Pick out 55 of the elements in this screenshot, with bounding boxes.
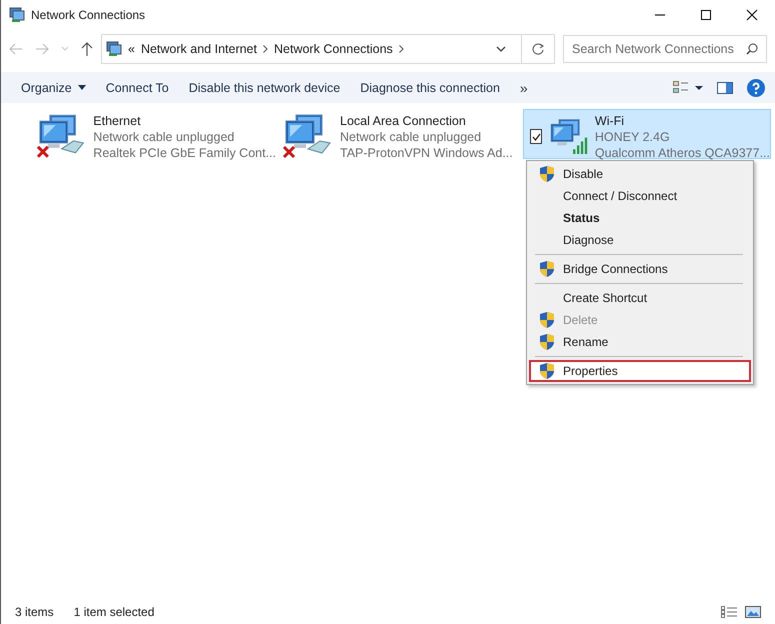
breadcrumb[interactable]: Network and Internet [140, 42, 257, 56]
connection-status: Network cable unplugged [93, 129, 236, 145]
network-folder-icon [106, 41, 122, 57]
window-title: Network Connections [31, 8, 146, 22]
shield-icon [539, 165, 555, 183]
search-field[interactable]: Search Network Connections [563, 35, 767, 63]
caret-icon [78, 85, 86, 90]
help-icon[interactable] [747, 78, 765, 96]
toolbar-button[interactable]: Disable this network device [178, 76, 350, 98]
item-count: 3 items [15, 605, 54, 619]
close-icon[interactable] [746, 9, 758, 21]
adapter-name: Realtek PCIe GbE Family Cont... [93, 145, 276, 161]
menu-item[interactable]: Disable [529, 163, 751, 185]
chevron-icon[interactable] [263, 45, 268, 53]
connection-name: Ethernet [93, 113, 142, 129]
details-view-icon[interactable] [721, 606, 737, 618]
preview-pane-icon[interactable] [717, 82, 733, 94]
menu-item[interactable]: Rename [529, 331, 751, 353]
connection-item[interactable]: Local Area Connection Network cable unplugged TAP-ProtonVPN Windows Ad... [277, 109, 523, 159]
toolbar-button[interactable]: Connect To [96, 76, 179, 98]
connection-name: Local Area Connection [340, 113, 467, 129]
checkbox[interactable] [530, 129, 542, 144]
menu-item[interactable]: Bridge Connections [529, 258, 751, 280]
network-folder-icon [9, 7, 25, 23]
menu-item[interactable]: Diagnose [529, 229, 751, 251]
breadcrumb[interactable]: Network Connections [274, 42, 393, 56]
more-button[interactable]: » [510, 76, 538, 100]
adapter-name: TAP-ProtonVPN Windows Ad... [340, 145, 513, 161]
menu-item[interactable]: Properties [529, 360, 751, 382]
connection-status: HONEY 2.4G [594, 129, 671, 145]
address-bar[interactable]: « Network and Internet Network Connections [101, 34, 555, 64]
shield-icon [539, 260, 555, 278]
shield-icon [539, 362, 555, 380]
maximize-icon[interactable] [701, 10, 711, 20]
menu-item[interactable]: Status [529, 207, 751, 229]
selection-count: 1 item selected [74, 605, 154, 619]
large-icons-view-icon[interactable] [745, 606, 761, 618]
adapter-name: Qualcomm Atheros QCA9377... [594, 145, 770, 161]
chevron-icon[interactable] [398, 45, 404, 53]
overflow-chevrons[interactable]: « [128, 42, 135, 56]
refresh-icon[interactable] [532, 43, 544, 55]
connection-item[interactable]: Wi-Fi HONEY 2.4G Qualcomm Atheros QCA9377... [523, 109, 771, 159]
shield-icon [539, 333, 555, 351]
view-options-icon[interactable] [673, 80, 703, 94]
toolbar-button[interactable]: Diagnose this connection [350, 76, 510, 98]
connection-name: Wi-Fi [594, 113, 626, 129]
search-icon [746, 43, 758, 55]
menu-item[interactable]: Create Shortcut [529, 287, 751, 309]
menu-item[interactable]: Connect / Disconnect [529, 185, 751, 207]
up-icon[interactable] [81, 42, 93, 56]
connection-item[interactable]: Ethernet Network cable unplugged Realtek PCIe GbE Family Cont... [31, 109, 277, 159]
connection-status: Network cable unplugged [340, 129, 482, 145]
dropdown-caret-icon[interactable] [496, 46, 506, 52]
toolbar-button[interactable]: Organize [11, 76, 96, 98]
shield-icon [539, 311, 555, 329]
